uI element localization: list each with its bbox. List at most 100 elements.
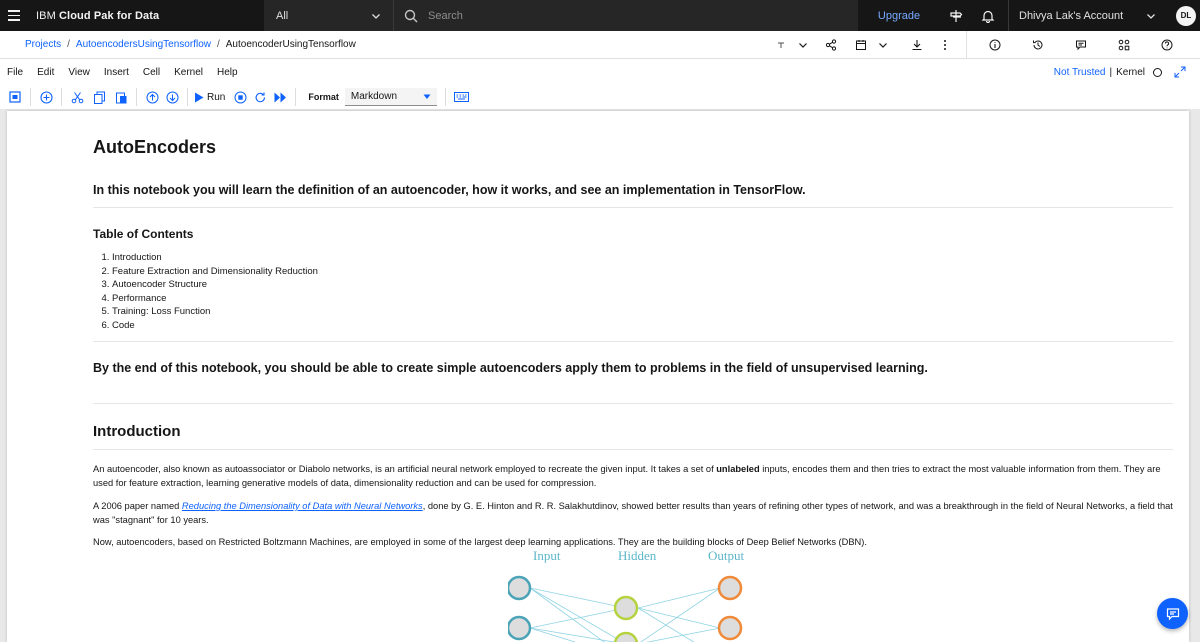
download-icon[interactable] [906,31,928,59]
breadcrumb-project[interactable]: AutoencodersUsingTensorflow [76,39,211,50]
search-input[interactable]: Search [394,0,858,31]
divider [444,88,446,106]
diagram-label-output: Output [708,548,745,563]
chevron-down-icon[interactable] [792,31,814,59]
notification-icon[interactable] [972,0,1004,31]
menu-view[interactable]: View [61,67,97,78]
search-icon [404,9,418,22]
menu-file[interactable]: File [0,67,30,78]
caret-down-icon [423,94,431,99]
toc-list: Introduction Feature Extraction and Dime… [112,251,318,332]
information-icon[interactable] [973,31,1016,59]
breadcrumb-separator: / [216,39,220,50]
chat-button[interactable] [1157,598,1188,629]
save-icon[interactable] [6,86,24,108]
chevron-down-icon [372,13,380,19]
breadcrumb-current: AutoencoderUsingTensorflow [225,39,356,50]
hidden-node [613,631,639,642]
cell-format-value: Markdown [350,91,398,102]
chat-icon [1166,607,1179,620]
divider [136,88,137,106]
restart-icon[interactable] [251,86,269,108]
divider [61,88,62,106]
para-text: An autoencoder, also known as autoassoci… [93,464,717,474]
notebook-menubar: File Edit View Insert Cell Kernel Help N… [0,59,1200,85]
overflow-menu-icon[interactable] [934,31,956,59]
schedule-icon[interactable] [850,31,872,59]
diagram-label-hidden: Hidden [618,548,657,563]
menu-insert[interactable]: Insert [97,67,136,78]
menu-kernel[interactable]: Kernel [167,67,210,78]
move-up-icon[interactable] [143,86,161,108]
menu-icon[interactable] [0,0,28,31]
paste-icon[interactable] [112,86,130,108]
signpost-icon[interactable] [940,0,972,31]
menu-cell[interactable]: Cell [136,67,167,78]
format-label: Format [308,92,339,102]
kernel-label: Kernel [1116,66,1145,78]
toc-item-performance: Performance [112,292,318,306]
breadcrumb-bar: Projects / AutoencodersUsingTensorflow /… [0,30,1200,59]
intro-paragraph-1: An autoencoder, also known as autoassoci… [93,463,1173,490]
diagram-label-input: Input [533,548,561,563]
breadcrumb: Projects / AutoencodersUsingTensorflow /… [0,39,770,50]
para-text: A 2006 paper named [93,501,182,511]
search-placeholder: Search [428,9,463,22]
expand-icon[interactable] [1174,66,1186,78]
paper-link[interactable]: Reducing the Dimensionality of Data with… [182,501,423,511]
copy-icon[interactable] [90,86,108,108]
cut-icon[interactable] [68,86,86,108]
brand-title[interactable]: IBM Cloud Pak for Data [28,10,264,22]
output-node [717,615,743,641]
chevron-down-icon[interactable] [872,31,894,59]
stop-icon[interactable] [231,86,249,108]
para-bold: unlabeled [716,464,760,474]
notebook-subtitle: In this notebook you will learn the defi… [93,183,806,197]
hidden-node [613,595,639,621]
toc-item-training: Training: Loss Function [112,305,318,319]
brand-name: Cloud Pak for Data [59,9,160,22]
run-button[interactable]: Run [194,86,225,108]
cell-format-select[interactable]: Markdown [344,88,437,106]
menu-help[interactable]: Help [210,67,245,78]
divider [187,88,188,106]
input-node [508,575,532,601]
separator: | [1109,66,1113,78]
account-switcher[interactable]: Dhivya Lak's Account [1008,0,1166,31]
notebook-toolbar: Run Format Markdown [0,85,1200,109]
run-label: Run [207,91,226,103]
comments-icon[interactable] [1059,31,1102,59]
data-assets-icon[interactable] [1102,31,1145,59]
move-down-icon[interactable] [163,86,181,108]
upgrade-link[interactable]: Upgrade [858,10,940,22]
learning-goal: By the end of this notebook, you should … [93,361,928,375]
toc-item-introduction: Introduction [112,251,318,265]
play-icon [195,92,204,102]
divider [295,88,297,106]
chevron-down-icon [1147,13,1155,19]
fast-forward-icon[interactable] [271,86,289,108]
divider [93,341,1173,342]
intro-paragraph-2: A 2006 paper named Reducing the Dimensio… [93,500,1173,527]
help-icon[interactable] [1145,31,1188,59]
notebook-container: AutoEncoders In this notebook you will l… [0,109,1200,642]
share-icon[interactable] [820,31,842,59]
menu-edit[interactable]: Edit [30,67,61,78]
toc-item-feature-extraction: Feature Extraction and Dimensionality Re… [112,265,318,279]
not-trusted-indicator[interactable]: Not Trusted [1054,67,1106,78]
breadcrumb-projects[interactable]: Projects [25,39,61,50]
version-history-icon[interactable] [1016,31,1059,59]
top-header: IBM Cloud Pak for Data All Search Upgrad… [0,0,1200,31]
divider [30,88,31,106]
notebook-page[interactable]: AutoEncoders In this notebook you will l… [7,111,1189,642]
brand-prefix: IBM [36,9,60,22]
insert-cell-icon[interactable] [37,86,55,108]
kernel-idle-icon [1153,67,1162,77]
notebook-title: AutoEncoders [93,137,217,157]
keyboard-icon[interactable] [452,86,472,108]
kernel-status-icon[interactable] [770,31,792,59]
introduction-heading: Introduction [93,423,181,440]
avatar[interactable]: DL [1176,5,1196,26]
search-scope-select[interactable]: All [264,0,394,31]
toc-item-code: Code [112,319,318,333]
